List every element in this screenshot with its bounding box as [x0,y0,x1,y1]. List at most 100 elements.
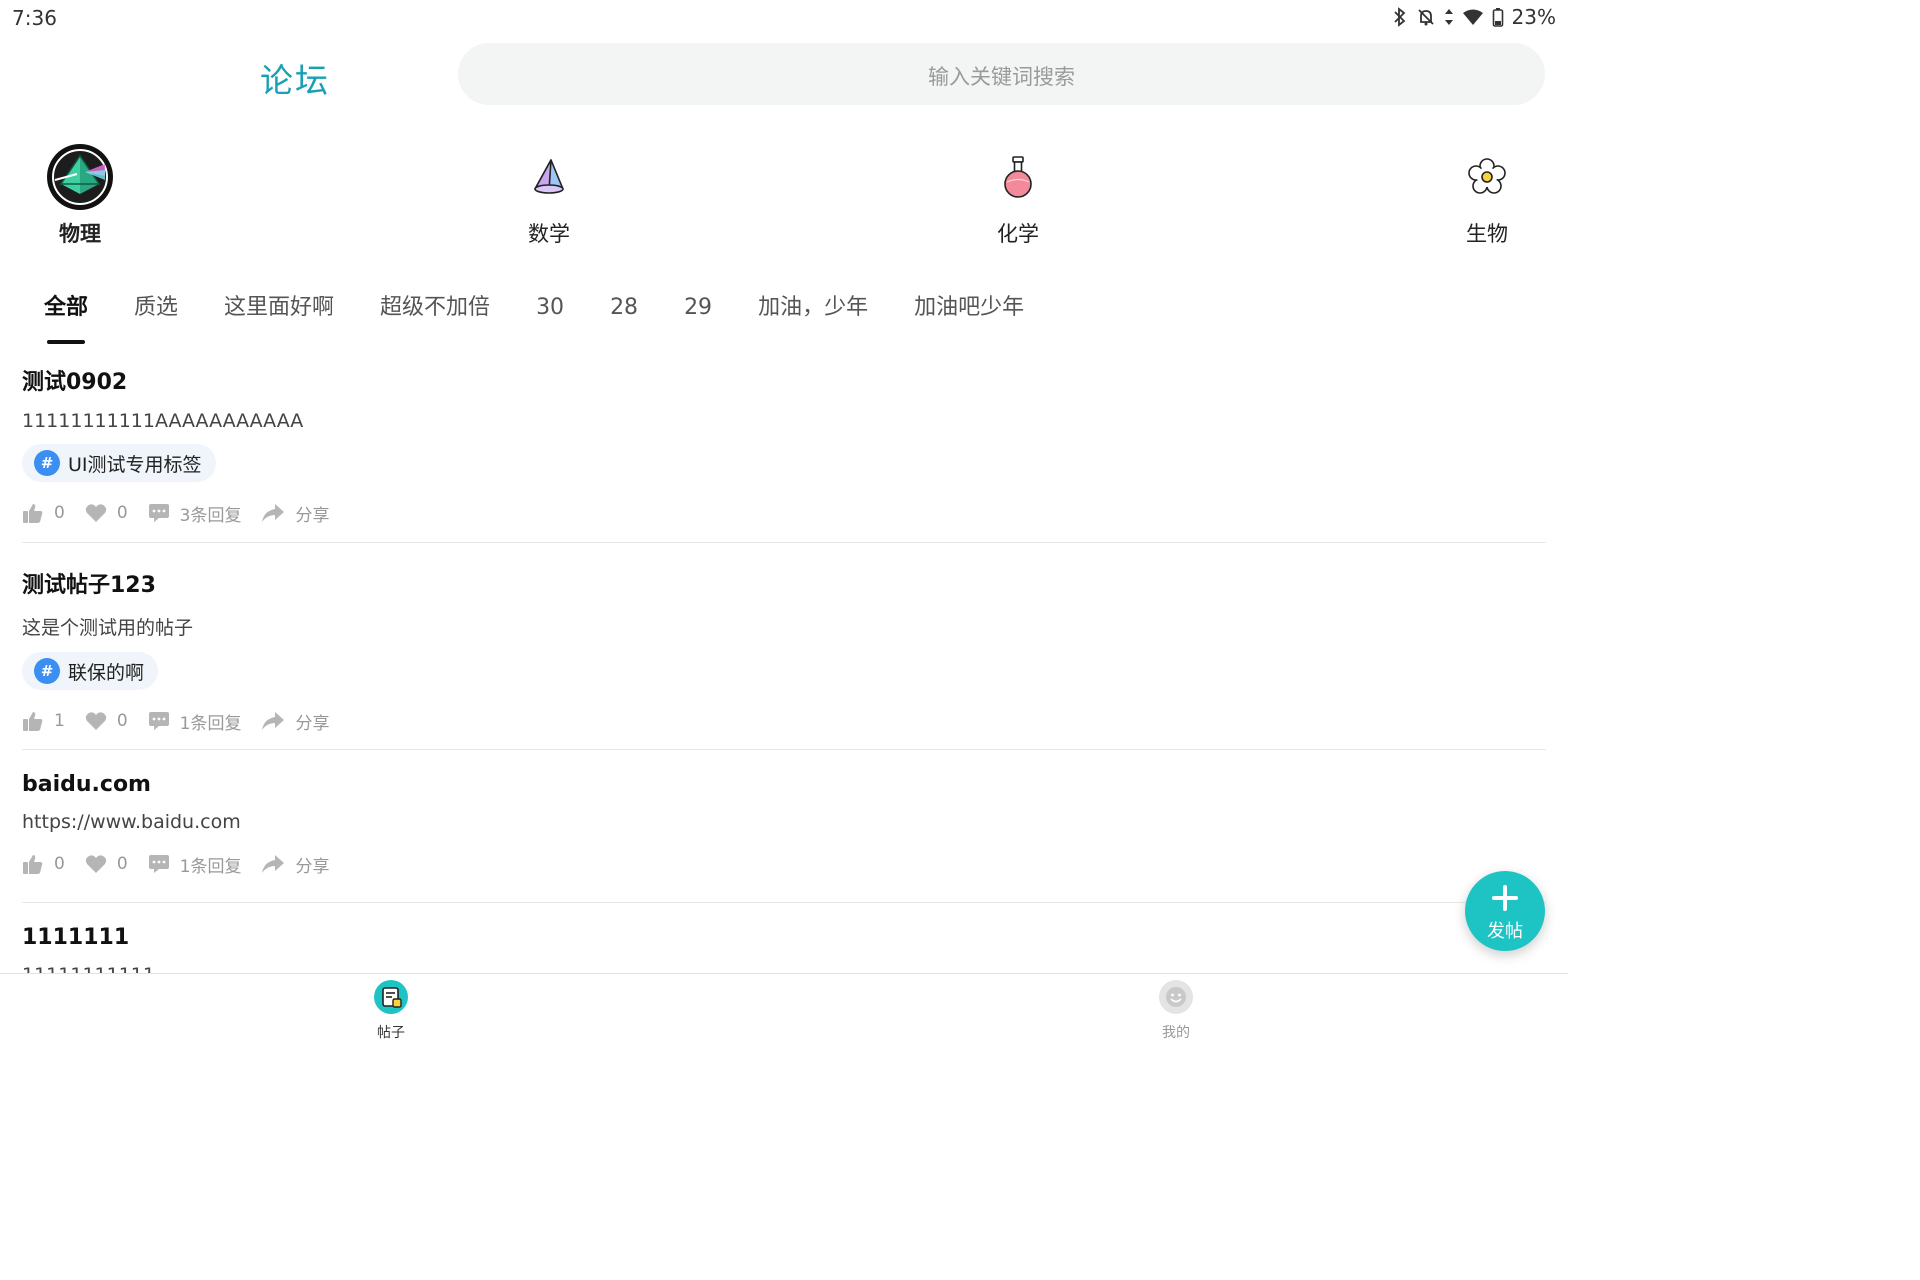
post-title: 测试帖子123 [22,573,156,598]
category-chemistry[interactable]: 化学 [958,142,1078,248]
tab-3[interactable]: 这里面好啊 [224,290,334,330]
reply-button[interactable]: 1条回复 [148,852,242,877]
like-count: 0 [54,854,65,874]
category-label: 物理 [59,222,101,246]
category-label: 化学 [997,222,1039,246]
favorite-count: 0 [116,503,128,523]
post-actions: 1 0 1条回复 分享 [22,706,1546,736]
share-label: 分享 [295,505,330,526]
search-placeholder: 输入关键词搜索 [928,65,1075,89]
battery-icon [1492,8,1503,27]
comment-icon [148,855,169,873]
post-actions: 0 0 1条回复 分享 [22,849,1546,879]
status-time: 7:36 [12,6,57,30]
share-button[interactable]: 分享 [261,501,329,526]
share-icon [262,855,285,873]
tab-29[interactable]: 29 [684,290,712,330]
like-button[interactable]: 1 [22,710,65,732]
favorite-button[interactable]: 0 [85,711,128,731]
post-tag[interactable]: # 联保的啊 [22,652,159,690]
math-cone-icon [514,142,584,212]
new-post-button[interactable]: 发帖 [1465,871,1545,951]
profile-nav-icon [1159,980,1193,1014]
post-title: baidu.com [22,772,151,797]
category-label: 生物 [1466,222,1508,246]
notifications-off-icon [1417,9,1434,26]
search-input[interactable]: 输入关键词搜索 [458,43,1545,105]
data-arrows-icon [1444,9,1453,25]
reply-count: 1条回复 [179,713,242,734]
tab-all[interactable]: 全部 [44,290,88,330]
thumbs-up-icon [23,504,43,523]
physics-prism-icon [45,142,115,212]
nav-mine-label: 我的 [1162,1025,1190,1041]
bottom-nav: 帖子 我的 [0,973,1568,1045]
favorite-button[interactable]: 0 [85,854,128,874]
post-body: 这是个测试用的帖子 [22,617,194,639]
plus-icon [1492,885,1518,911]
nav-mine[interactable]: 我的 [1126,980,1226,1042]
tab-9[interactable]: 加油吧少年 [914,290,1024,330]
post-title: 测试0902 [22,370,128,395]
category-label: 数学 [528,222,570,246]
reply-button[interactable]: 3条回复 [148,501,242,526]
like-button[interactable]: 0 [22,502,65,524]
category-math[interactable]: 数学 [489,142,609,248]
hashtag-icon: # [34,658,60,684]
share-button[interactable]: 分享 [261,709,329,734]
comment-icon [148,712,169,730]
post-tag-label: UI测试专用标签 [68,453,202,476]
like-count: 0 [54,503,65,523]
thumbs-up-icon [23,712,43,731]
new-post-label: 发帖 [1487,921,1523,942]
tab-4[interactable]: 超级不加倍 [380,290,490,330]
post-card[interactable]: 测试帖子123 这是个测试用的帖子 # 联保的啊 1 0 1条回复 分享 [22,567,1546,750]
tab-8[interactable]: 加油，少年 [758,290,868,330]
nav-posts-label: 帖子 [377,1025,405,1041]
like-count: 1 [54,711,65,731]
thumbs-up-icon [23,855,43,874]
tab-featured[interactable]: 质选 [134,290,178,330]
share-icon [262,712,285,730]
post-card[interactable]: 测试0902 11111111111AAAAAAAAAAA # UI测试专用标签… [22,364,1546,543]
heart-icon [85,855,106,873]
tab-28[interactable]: 28 [610,290,638,330]
heart-icon [85,504,106,522]
share-icon [262,504,285,522]
status-bar: 7:36 23% [0,0,1568,36]
battery-percent: 23% [1511,5,1556,29]
wifi-icon [1462,9,1483,25]
chemistry-flask-icon [983,142,1053,212]
reply-count: 3条回复 [179,505,242,526]
reply-button[interactable]: 1条回复 [148,709,242,734]
share-label: 分享 [295,856,330,877]
post-actions: 0 0 3条回复 分享 [22,498,1546,528]
post-list: 测试0902 11111111111AAAAAAAAAAA # UI测试专用标签… [22,364,1546,1015]
favorite-count: 0 [116,854,128,874]
like-button[interactable]: 0 [22,853,65,875]
post-tag-label: 联保的啊 [68,661,145,684]
nav-posts[interactable]: 帖子 [341,980,441,1042]
favorite-count: 0 [116,711,128,731]
category-physics[interactable]: 物理 [20,142,140,248]
reply-count: 1条回复 [179,856,242,877]
post-card[interactable]: baidu.com https://www.baidu.com 0 0 1条回复 [22,772,1546,903]
heart-icon [85,712,106,730]
comment-icon [148,504,169,522]
post-tag[interactable]: # UI测试专用标签 [22,444,216,482]
topic-tabs: 全部 质选 这里面好啊 超级不加倍 30 28 29 加油，少年 加油吧少年 [44,290,1070,350]
category-biology[interactable]: 生物 [1427,142,1547,248]
bluetooth-icon [1393,7,1405,27]
share-label: 分享 [295,713,330,734]
favorite-button[interactable]: 0 [85,503,128,523]
share-button[interactable]: 分享 [261,852,329,877]
hashtag-icon: # [34,450,60,476]
tab-30[interactable]: 30 [536,290,564,330]
post-title: 1111111 [22,925,130,950]
posts-nav-icon [374,980,408,1014]
post-body: 11111111111AAAAAAAAAAA [22,410,304,432]
status-icons: 23% [1392,5,1556,29]
post-body: https://www.baidu.com [22,811,241,833]
forum-screen: 7:36 23% 论坛 输入关键词搜索 物理 数学 化学 生物 全部 质选 这里… [0,0,1568,1045]
biology-flower-icon [1452,142,1522,212]
